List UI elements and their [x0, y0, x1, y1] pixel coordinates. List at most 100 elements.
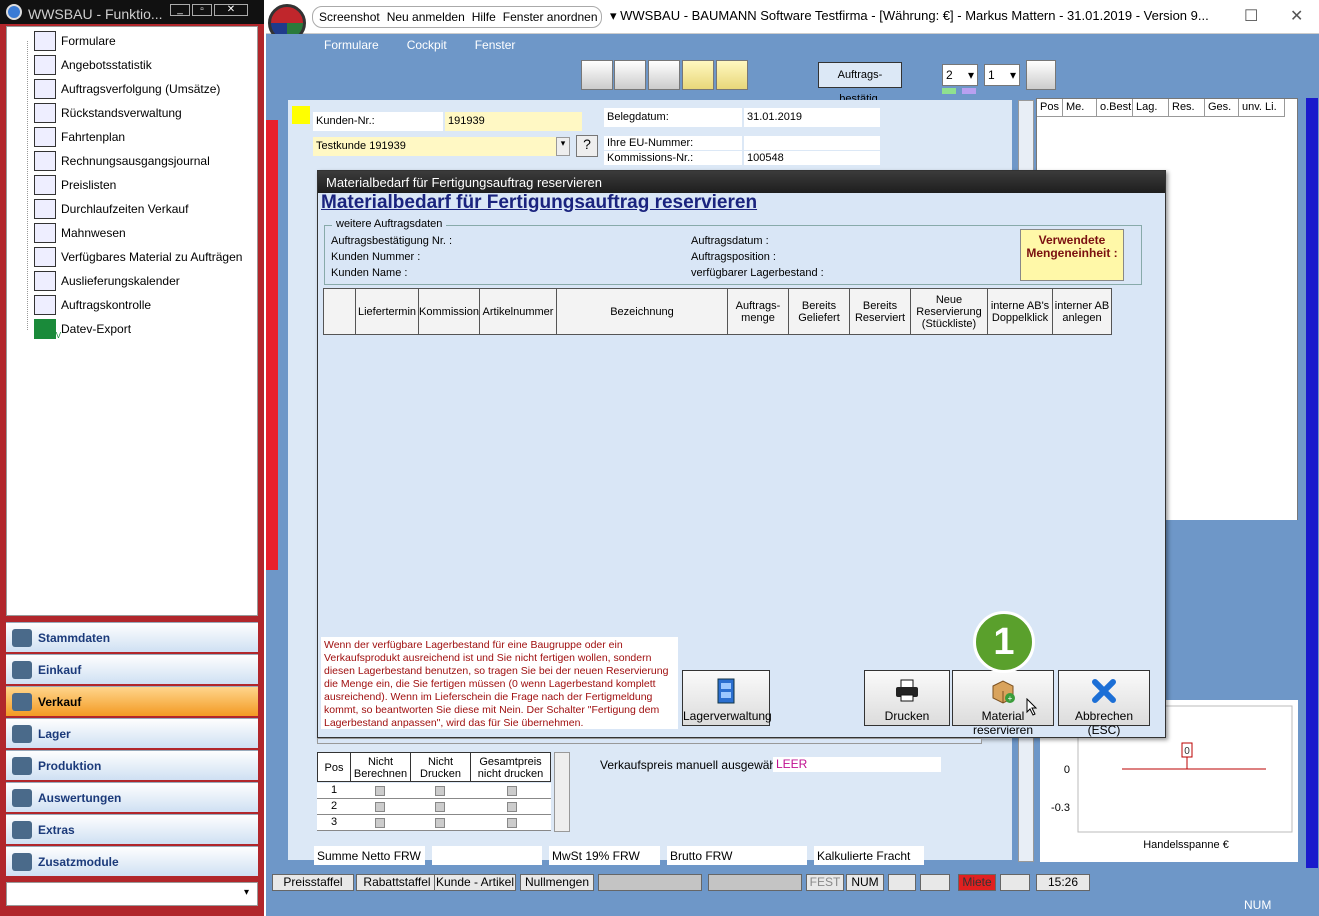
checkbox[interactable] [375, 818, 385, 828]
status-kunde-artikel[interactable]: Kunde - Artikel [434, 874, 516, 891]
menu-formulare[interactable]: Formulare [324, 38, 379, 52]
grid-col-header[interactable]: Liefertermin [355, 288, 419, 335]
print-icon[interactable] [581, 60, 613, 90]
menu-screenshot[interactable]: Screenshot [319, 10, 380, 24]
menu-neu-anmelden[interactable]: Neu anmelden [387, 10, 465, 24]
checkbox[interactable] [507, 818, 517, 828]
eu-field[interactable] [744, 136, 880, 150]
checkbox[interactable] [375, 786, 385, 796]
nav-section-stammdaten[interactable]: Stammdaten [6, 622, 258, 652]
tree-item[interactable]: Fahrtenplan [34, 126, 125, 148]
maximize-main-icon[interactable]: ☐ [1244, 6, 1258, 26]
nav-section-label: Auswertungen [38, 790, 122, 805]
menu-cockpit[interactable]: Cockpit [407, 38, 447, 52]
kunden-nr-field[interactable]: 191939 [445, 112, 582, 131]
status-checklist-icon[interactable] [888, 874, 916, 891]
grid-col-header[interactable]: Artikelnummer [479, 288, 557, 335]
table-row[interactable]: 3 [317, 815, 551, 831]
status-nullmengen[interactable]: Nullmengen [520, 874, 594, 891]
close-main-icon[interactable]: ✕ [1290, 6, 1303, 26]
auftragsdatum-label: Auftragsdatum : [691, 235, 769, 247]
mail-icon[interactable] [682, 60, 714, 90]
print-preview-icon[interactable] [614, 60, 646, 90]
status-empty-1 [598, 874, 702, 891]
material-reservieren-button[interactable]: + Material reservieren [952, 670, 1054, 737]
nav-overflow[interactable]: ▾ [6, 882, 258, 906]
status-preisstaffel[interactable]: Preisstaffel [272, 874, 354, 891]
grid-col-header[interactable]: Auftrags- menge [727, 288, 789, 335]
tree-item-label: Rückstandsverwaltung [61, 106, 182, 120]
table-row[interactable]: 1 [317, 783, 551, 799]
dialog-hscrollbar[interactable] [317, 738, 982, 744]
grid-col-header[interactable]: Bereits Reserviert [849, 288, 911, 335]
checkbox[interactable] [435, 802, 445, 812]
minimize-button[interactable]: _ [170, 4, 190, 16]
tree-item[interactable]: Verfügbares Material zu Aufträgen [34, 246, 242, 268]
tree-item-label: Mahnwesen [61, 226, 126, 240]
table-row[interactable]: 2 [317, 799, 551, 815]
copies-select-1[interactable]: 2 ▾ [942, 64, 978, 86]
save-icon[interactable] [1026, 60, 1056, 90]
nav-section-extras[interactable]: Extras [6, 814, 258, 844]
function-window-titlebar[interactable]: WWSBAU - Funktio... _ ▫ ✕ [0, 0, 264, 24]
nav-section-icon [12, 821, 32, 839]
chevron-down-icon[interactable]: ▾ [244, 887, 249, 898]
checkbox[interactable] [435, 786, 445, 796]
tree-item[interactable]: Rückstandsverwaltung [34, 102, 182, 124]
grid-col-header[interactable]: Bereits Geliefert [788, 288, 850, 335]
checkbox[interactable] [507, 802, 517, 812]
grid-col-header[interactable]: Neue Reservierung (Stückliste) [910, 288, 988, 335]
grid-col-header[interactable]: Kommission [418, 288, 480, 335]
mail-settings-icon[interactable] [716, 60, 748, 90]
grid-col-header[interactable]: Bezeichnung [556, 288, 728, 335]
chevron-down-icon: ▾ [1009, 68, 1016, 82]
tree-item[interactable]: Angebotsstatistik [34, 54, 152, 76]
nav-section-verkauf[interactable]: Verkauf [6, 686, 258, 716]
status-export-icon[interactable] [920, 874, 950, 891]
bottom-table-scrollbar[interactable] [554, 752, 570, 832]
drucken-button[interactable]: Drucken [864, 670, 950, 726]
tree-item-label: Auftragsverfolgung (Umsätze) [61, 82, 221, 96]
nav-section-einkauf[interactable]: Einkauf [6, 654, 258, 684]
nav-section-produktion[interactable]: Produktion [6, 750, 258, 780]
lagerverwaltung-button[interactable]: Lagerverwaltung [682, 670, 772, 726]
mwst-label: MwSt 19% FRW [549, 846, 660, 865]
kommission-field[interactable]: 100548 [744, 151, 880, 165]
tree-item[interactable]: Preislisten [34, 174, 116, 196]
auftragsbestaetigung-button[interactable]: Auftrags- bestätig. [818, 62, 902, 105]
abbrechen-button[interactable]: Abbrechen (ESC) [1058, 670, 1150, 737]
status-rabattstaffel[interactable]: Rabattstaffel [356, 874, 438, 891]
tree-item[interactable]: Rechnungsausgangsjournal [34, 150, 210, 172]
nav-section-zusatzmodule[interactable]: Zusatzmodule [6, 846, 258, 876]
checkbox[interactable] [507, 786, 517, 796]
tree-item[interactable]: Mahnwesen [34, 222, 126, 244]
copies-select-2[interactable]: 1 ▾ [984, 64, 1020, 86]
vk-manual-value[interactable]: LEER [773, 757, 941, 772]
bt-header-pos: Pos [317, 752, 351, 782]
kunde-dropdown[interactable]: ▾ [556, 137, 570, 156]
help-button[interactable]: ? [576, 135, 598, 157]
tree-item[interactable]: Auftragskontrolle [34, 294, 151, 316]
tree-item[interactable]: Auftragsverfolgung (Umsätze) [34, 78, 220, 100]
dialog-titlebar[interactable]: Materialbedarf für Fertigungsauftrag res… [318, 171, 1165, 193]
status-document-icon[interactable] [1000, 874, 1030, 891]
menu-fenster[interactable]: Fenster [475, 38, 516, 52]
nav-section-auswertungen[interactable]: Auswertungen [6, 782, 258, 812]
grid-col-header[interactable] [323, 288, 356, 335]
tree-item[interactable]: Formulare [34, 30, 116, 52]
checkbox[interactable] [375, 802, 385, 812]
belegdatum-field[interactable]: 31.01.2019 [744, 108, 880, 127]
checkbox[interactable] [435, 818, 445, 828]
kunde-field[interactable]: Testkunde 191939 [313, 137, 556, 156]
maximize-button[interactable]: ▫ [192, 4, 212, 16]
monitor-icon[interactable] [648, 60, 680, 90]
yellow-marker [292, 106, 310, 124]
grid-col-header[interactable]: interner AB anlegen [1052, 288, 1112, 335]
close-button[interactable]: ✕ [214, 4, 248, 16]
tree-item[interactable]: Auslieferungskalender [34, 270, 180, 292]
tree-item[interactable]: Durchlaufzeiten Verkauf [34, 198, 188, 220]
menu-fenster-anordnen[interactable]: Fenster anordnen [503, 10, 598, 24]
menu-hilfe[interactable]: Hilfe [472, 10, 496, 24]
grid-col-header[interactable]: interne AB's Doppelklick [987, 288, 1053, 335]
nav-section-lager[interactable]: Lager [6, 718, 258, 748]
